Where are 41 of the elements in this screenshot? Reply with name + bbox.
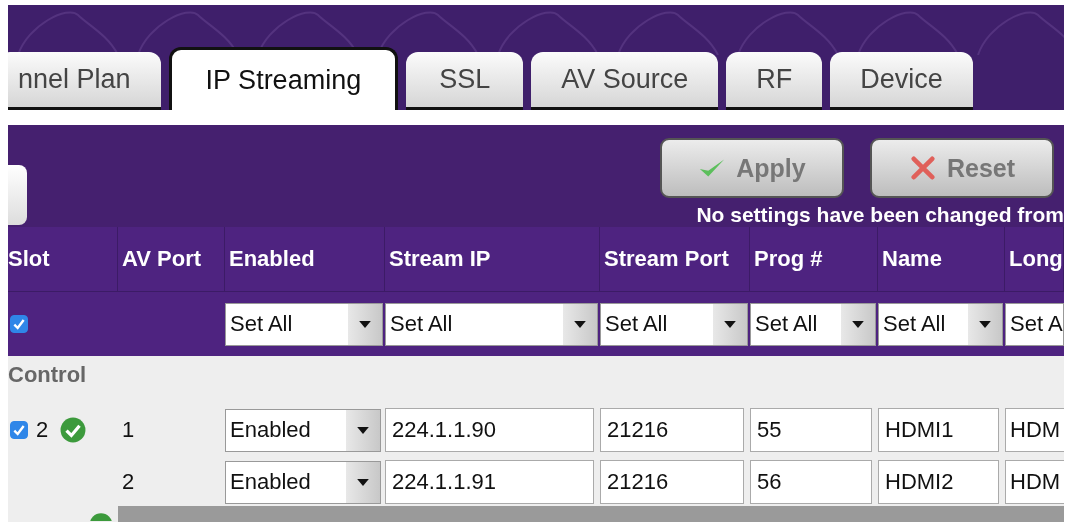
caret-icon <box>357 426 369 434</box>
dropdown[interactable]: Set All <box>878 302 1003 346</box>
dropdown[interactable]: Set A <box>1005 302 1064 346</box>
tab[interactable]: RF <box>726 52 823 110</box>
dropdown[interactable]: Set All <box>750 302 876 346</box>
input-field[interactable]: 224.1.1.91 <box>385 460 594 504</box>
tab[interactable]: AV Source <box>531 52 719 110</box>
table-cell-text: 2 <box>121 468 136 496</box>
caret-icon <box>852 320 864 328</box>
input-field[interactable]: 21216 <box>600 460 744 504</box>
table-cell-text: 1 <box>121 416 136 444</box>
input-field[interactable]: 56 <box>750 460 872 504</box>
caret-icon <box>979 320 991 328</box>
dropdown[interactable]: Enabled <box>225 408 381 452</box>
tab[interactable]: SSL <box>406 52 524 110</box>
input-field[interactable]: HDMI1 <box>878 408 999 452</box>
dropdown[interactable]: Set All <box>600 302 748 346</box>
checkbox[interactable] <box>10 421 28 439</box>
checkbox[interactable] <box>10 315 28 333</box>
dropdown[interactable]: Set All <box>225 302 383 346</box>
input-field[interactable]: 21216 <box>600 408 744 452</box>
slot-number: 2 <box>36 417 49 443</box>
dropdown[interactable]: Set All <box>385 302 598 346</box>
close-icon <box>908 156 937 180</box>
input-field[interactable]: HDM <box>1005 460 1064 504</box>
input-field[interactable]: 55 <box>750 408 872 452</box>
tab[interactable]: IP Streaming <box>168 47 399 110</box>
dropdown[interactable]: Enabled <box>225 460 381 504</box>
group-heading: Control <box>8 362 88 389</box>
caret-icon <box>724 320 736 328</box>
caret-icon <box>359 320 371 328</box>
tab[interactable]: nnel Plan <box>8 52 161 110</box>
tab[interactable]: Device <box>830 52 973 110</box>
status-icon <box>88 512 114 521</box>
button[interactable] <box>8 165 27 225</box>
caret-icon <box>574 320 586 328</box>
status-message: No settings have been changed from <box>695 203 1064 227</box>
caret-icon <box>357 478 369 486</box>
input-field[interactable]: HDM <box>1005 408 1064 452</box>
input-field[interactable]: HDMI2 <box>878 460 999 504</box>
input-field[interactable]: 224.1.1.90 <box>385 408 594 452</box>
